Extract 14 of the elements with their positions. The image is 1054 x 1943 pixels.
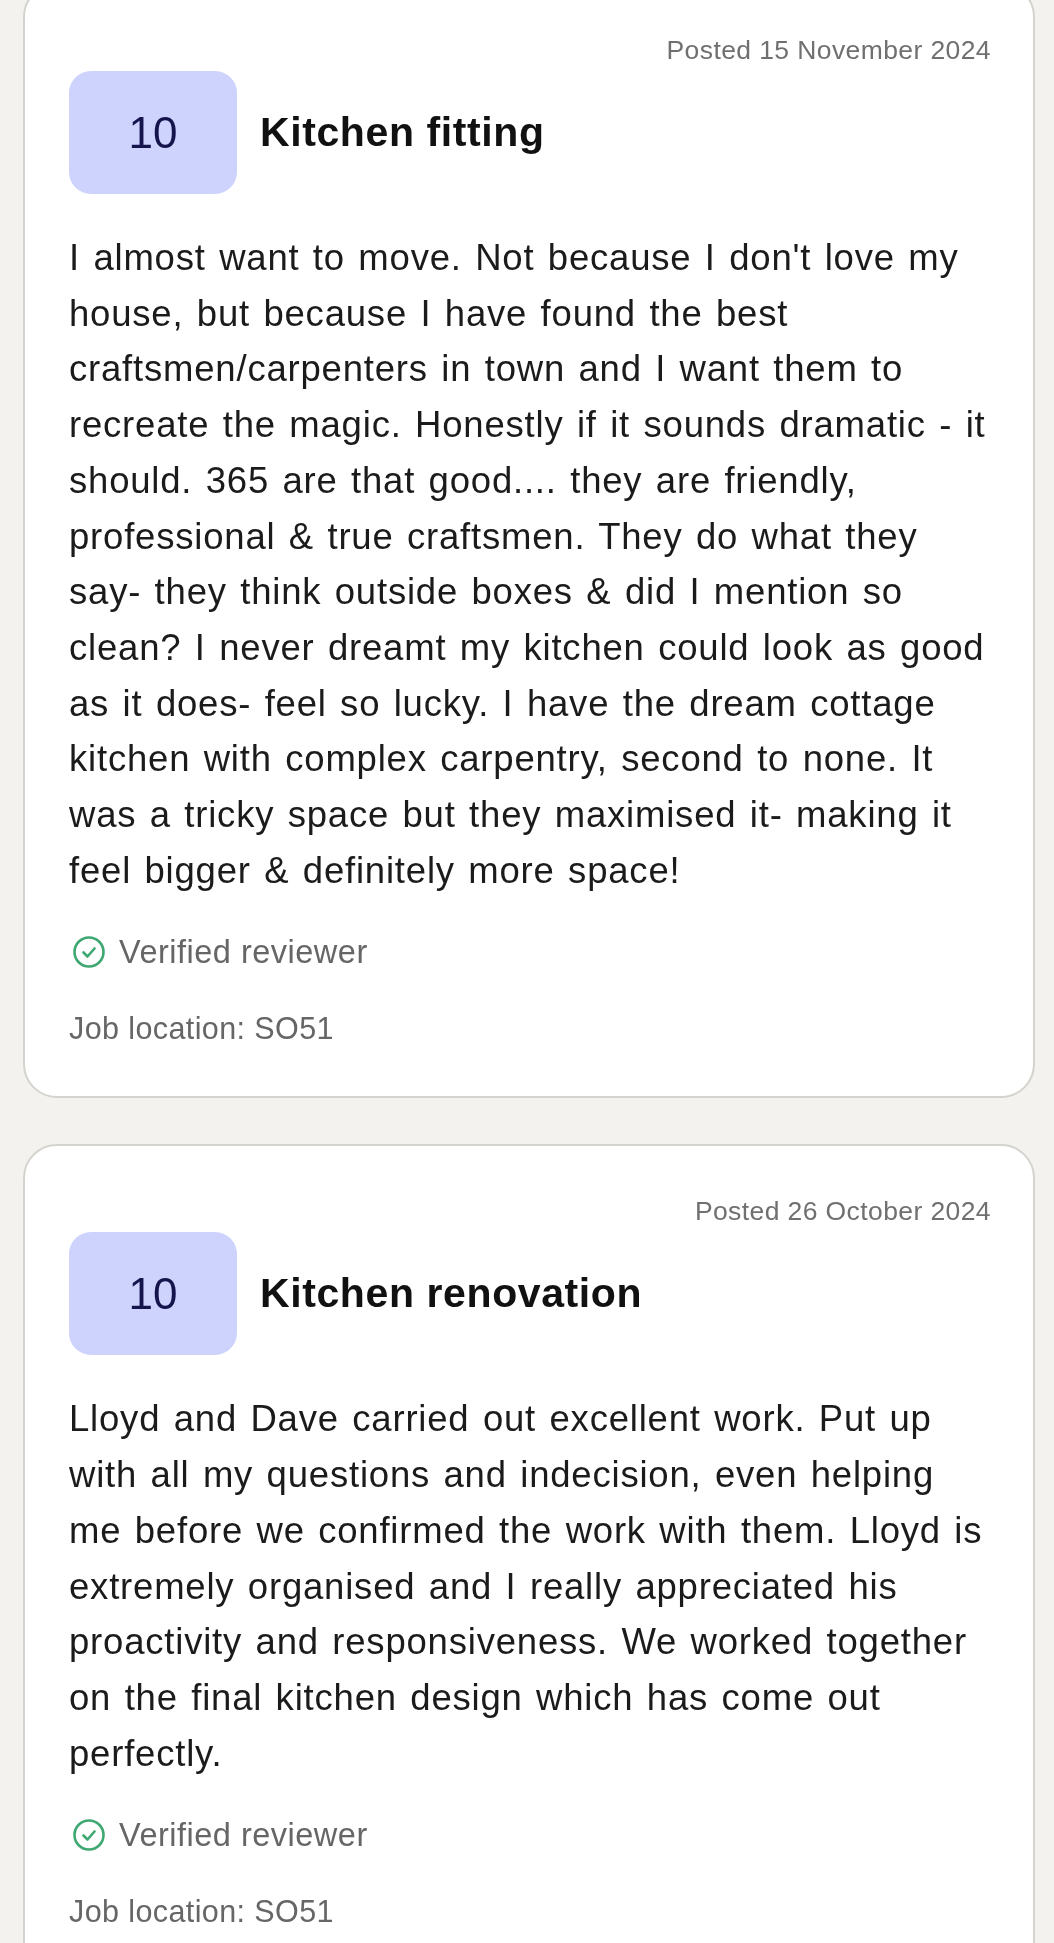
review-text: I almost want to move. Not because I don't love my house, but because I have found the best craftsmen/carpenters in town and I want them to recreate the magic. Honestly if it sounds dramatic - it should. 365 are that good.... they are friendly, professional & true craftsmen. They do what they say- they think outside boxes & did I mention so clean? I never dreamt my kitchen could look as good as it does- feel so lucky. I have the dream cottage kitchen with complex carpentry, second to none. It was a tricky space but they maximised it- making it feel bigger & definitely more space! bbox=[69, 236, 987, 893]
job-location: Job location: SO51 bbox=[69, 1893, 335, 1930]
verified-label: Verified reviewer bbox=[119, 1816, 368, 1854]
verified-label: Verified reviewer bbox=[119, 933, 368, 971]
score-badge: 10 bbox=[69, 1232, 237, 1356]
posted-date: Posted 15 November 2024 bbox=[665, 34, 991, 67]
check-circle-icon bbox=[73, 936, 105, 969]
review-text: Lloyd and Dave carried out excellent work. Put up with all my questions and indecision, even helping me before we confirmed the work with them. Lloyd is extremely organised and I really appreciated his proactivity and responsiveness. We worked together on the final kitchen design which has come out perfectly. bbox=[69, 1397, 984, 1776]
job-location: Job location: SO51 bbox=[69, 1010, 335, 1047]
review-title: Kitchen fitting bbox=[260, 109, 545, 156]
check-circle-icon bbox=[73, 1819, 105, 1852]
posted-date: Posted 26 October 2024 bbox=[693, 1195, 991, 1229]
score-badge: 10 bbox=[69, 71, 237, 194]
review-title: Kitchen renovation bbox=[260, 1270, 643, 1318]
